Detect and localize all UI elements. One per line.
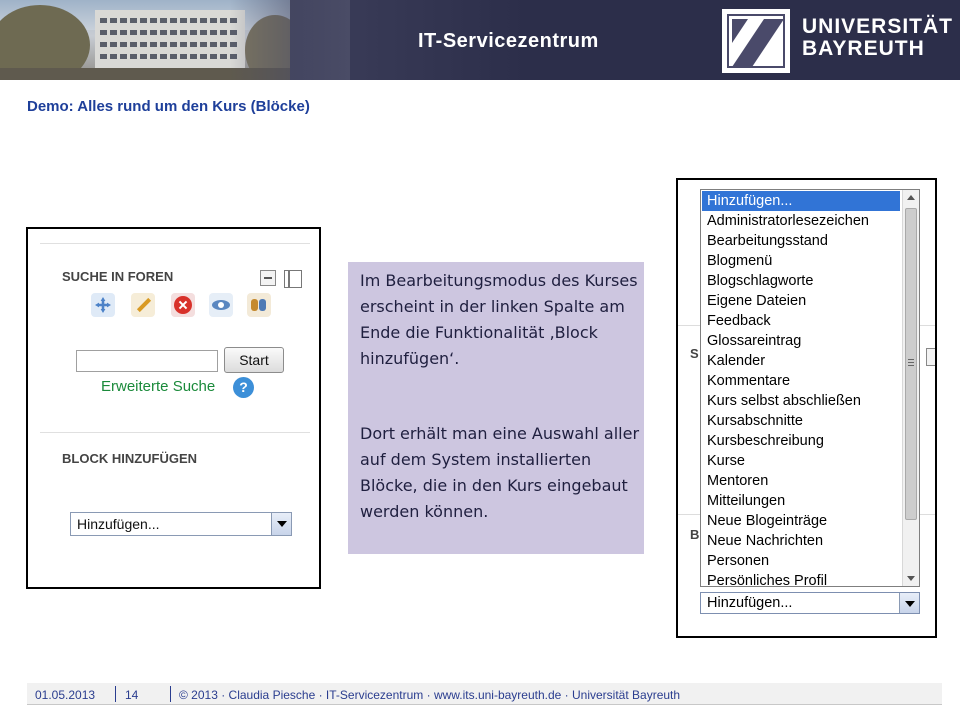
scroll-down-icon[interactable] (907, 576, 915, 581)
university-name-line1: UNIVERSITÄT (802, 15, 954, 38)
dropdown-option[interactable]: Hinzufügen... (702, 191, 900, 211)
dropdown-option[interactable]: Kurs selbst abschließen (702, 391, 900, 411)
move-icon[interactable] (91, 293, 115, 317)
dropdown-option[interactable]: Kursbeschreibung (702, 431, 900, 451)
header-banner: IT-Servicezentrum UNIVERSITÄT BAYREUTH (0, 0, 960, 80)
list-scrollbar[interactable] (902, 190, 919, 586)
dropdown-option[interactable]: Feedback (702, 311, 900, 331)
screenshot-block-dropdown: S B Hinzufügen... Administratorlesezeiche… (676, 178, 937, 638)
hide-icon[interactable] (209, 293, 233, 317)
callout-paragraph-2: Dort erhält man eine Auswahl aller auf d… (360, 424, 640, 521)
collapse-icon[interactable] (260, 270, 276, 286)
dock-icon[interactable] (284, 270, 302, 288)
dropdown-option[interactable]: Bearbeitungsstand (702, 231, 900, 251)
header-title: IT-Servicezentrum (418, 30, 599, 52)
dropdown-option[interactable]: Persönliches Profil (702, 571, 900, 591)
background-heading: S (690, 346, 699, 361)
roles-icon[interactable] (247, 293, 271, 317)
dock-icon (926, 348, 935, 366)
dropdown-option[interactable]: Mentoren (702, 471, 900, 491)
dropdown-option[interactable]: Kurse (702, 451, 900, 471)
callout-paragraph-1: Im Bearbeitungsmodus des Kurses erschein… (360, 271, 638, 368)
dropdown-option[interactable]: Kommentare (702, 371, 900, 391)
dropdown-option[interactable]: Neue Blogeinträge (702, 511, 900, 531)
add-block-select[interactable]: Hinzufügen... (700, 592, 920, 614)
help-icon[interactable]: ? (233, 377, 254, 398)
chevron-down-icon[interactable] (271, 513, 291, 535)
explanation-callout: Im Bearbeitungsmodus des Kurses erschein… (348, 262, 644, 554)
university-logo-icon (722, 9, 790, 73)
add-block-select-value: Hinzufügen... (707, 595, 793, 611)
slide-title: Demo: Alles rund um den Kurs (Blöcke) (27, 98, 310, 115)
delete-icon[interactable] (171, 293, 195, 317)
footer-page-number: 14 (125, 688, 139, 702)
add-block-select-value: Hinzufügen... (77, 516, 160, 532)
dropdown-option[interactable]: Blogmenü (702, 251, 900, 271)
block-options-list[interactable]: Hinzufügen... Administratorlesezeichen Bea… (700, 189, 920, 589)
dropdown-option[interactable]: Administratorlesezeichen (702, 211, 900, 231)
dropdown-option[interactable]: Mitteilungen (702, 491, 900, 511)
start-button[interactable]: Start (224, 347, 284, 373)
dropdown-option[interactable]: Kalender (702, 351, 900, 371)
background-heading: B (690, 527, 700, 542)
footer-copyright: © 2013 · Claudia Piesche · IT-Servicezen… (179, 688, 681, 702)
dropdown-option[interactable]: Neue Nachrichten (702, 531, 900, 551)
advanced-search-link[interactable]: Erweiterte Suche (101, 378, 215, 395)
block-heading-add-block: BLOCK HINZUFÜGEN (62, 451, 198, 466)
screenshot-left-column: SUCHE IN FOREN Start Erweiterte Suche ? … (26, 227, 321, 589)
edit-icon[interactable] (131, 293, 155, 317)
dropdown-option[interactable]: Eigene Dateien (702, 291, 900, 311)
university-name-line2: BAYREUTH (802, 37, 925, 60)
dropdown-option[interactable]: Personen (702, 551, 900, 571)
scroll-up-icon[interactable] (907, 195, 915, 200)
add-block-select[interactable]: Hinzufügen... (70, 512, 292, 536)
dropdown-option[interactable]: Glossareintrag (702, 331, 900, 351)
dropdown-option[interactable]: Blogschlagworte (702, 271, 900, 291)
chevron-down-icon[interactable] (899, 593, 919, 613)
dropdown-option[interactable]: Kursabschnitte (702, 411, 900, 431)
university-name: UNIVERSITÄT BAYREUTH (802, 16, 953, 60)
block-heading-forum-search: SUCHE IN FOREN (62, 269, 174, 284)
forum-search-input[interactable] (76, 350, 218, 372)
footer-date: 01.05.2013 (35, 688, 96, 702)
scrollbar-thumb[interactable] (905, 208, 917, 520)
slide-footer: 01.05.2013 14 © 2013 · Claudia Piesche ·… (27, 683, 942, 705)
